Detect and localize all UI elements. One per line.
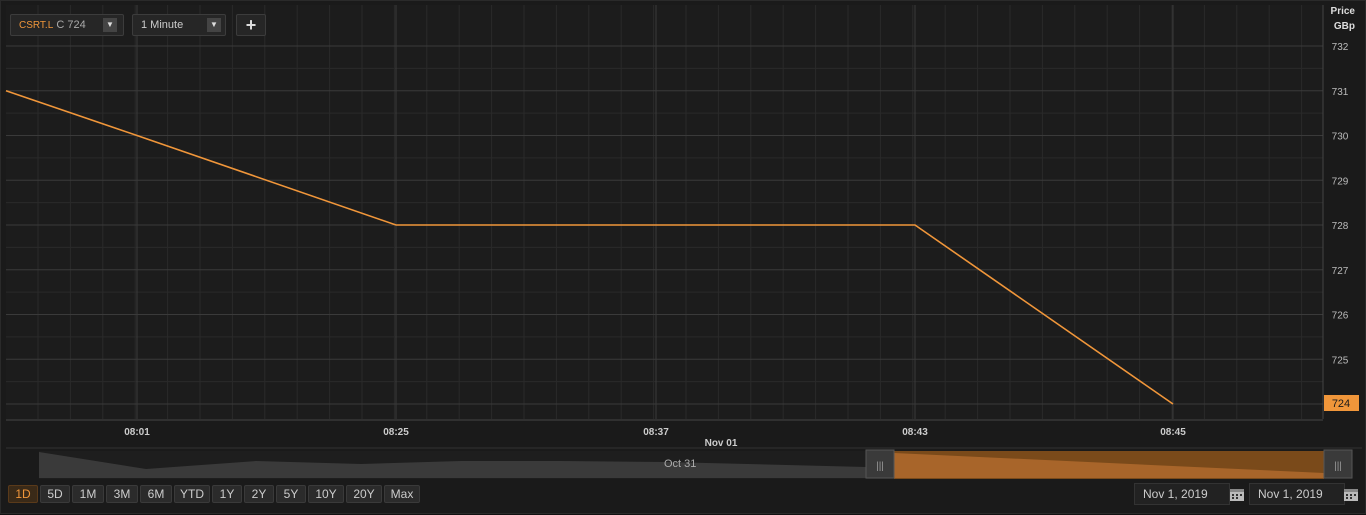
close-value: 724 (67, 19, 86, 31)
range-button-5d[interactable]: 5D (40, 485, 70, 503)
range-button-ytd[interactable]: YTD (174, 485, 210, 503)
y-tick-label: 727 (1332, 266, 1349, 277)
y-tick-label: 731 (1332, 87, 1349, 98)
x-tick-label: 08:25 (383, 427, 409, 438)
dropdown-arrow-icon[interactable]: ▼ (103, 18, 117, 32)
calendar-icon[interactable] (1229, 486, 1245, 502)
range-button-1m[interactable]: 1M (72, 485, 104, 503)
range-button-1d[interactable]: 1D (8, 485, 38, 503)
navigator-date-label: Oct 31 (664, 458, 697, 470)
grip-icon: ||| (1334, 461, 1342, 472)
y-tick-label: 729 (1332, 176, 1349, 187)
x-tick-label: 08:37 (643, 427, 669, 438)
range-button-10y[interactable]: 10Y (308, 485, 344, 503)
range-button-1y[interactable]: 1Y (212, 485, 242, 503)
plot-area (6, 5, 1323, 421)
symbol-selector[interactable]: CSRT.L C 724 ▼ (10, 14, 124, 36)
y-axis: 725 726 727 728 729 730 731 732 (1332, 42, 1349, 366)
x-tick-label: 08:43 (902, 427, 928, 438)
price-axis-title: Price (1330, 6, 1355, 17)
range-button-2y[interactable]: 2Y (244, 485, 274, 503)
close-prefix: C (56, 19, 65, 31)
range-button-6m[interactable]: 6M (140, 485, 172, 503)
date-axis-label: Nov 01 (705, 438, 738, 449)
range-button-20y[interactable]: 20Y (346, 485, 382, 503)
interval-label: 1 Minute (141, 19, 184, 31)
end-date-field[interactable]: Nov 1, 2019 (1249, 483, 1345, 505)
y-tick-label: 726 (1332, 311, 1349, 322)
x-tick-label: 08:45 (1160, 427, 1186, 438)
price-axis-unit: GBp (1333, 21, 1355, 32)
current-price-label: 724 (1332, 398, 1350, 410)
dropdown-arrow-icon[interactable]: ▼ (207, 18, 221, 32)
grip-icon: ||| (876, 461, 884, 472)
chart-window: 725 726 727 728 729 730 731 732 08:01 08:25 08:37… (0, 0, 1366, 514)
interval-selector[interactable]: 1 Minute ▼ (132, 14, 226, 36)
range-button-max[interactable]: Max (384, 485, 420, 503)
x-tick-label: 08:01 (124, 427, 150, 438)
start-date-field[interactable]: Nov 1, 2019 (1134, 483, 1230, 505)
y-tick-label: 728 (1332, 221, 1349, 232)
price-chart[interactable]: 725 726 727 728 729 730 731 732 08:01 08:25 08:37… (1, 1, 1366, 515)
range-button-5y[interactable]: 5Y (276, 485, 306, 503)
y-tick-label: 730 (1332, 132, 1349, 143)
symbol-label: CSRT.L (19, 20, 54, 31)
y-tick-label: 725 (1332, 355, 1349, 366)
add-indicator-button[interactable]: + (236, 14, 266, 36)
y-tick-label: 732 (1332, 42, 1349, 53)
x-axis: 08:01 08:25 08:37 08:43 08:45 (124, 427, 1186, 438)
calendar-icon[interactable] (1343, 486, 1359, 502)
range-button-3m[interactable]: 3M (106, 485, 138, 503)
